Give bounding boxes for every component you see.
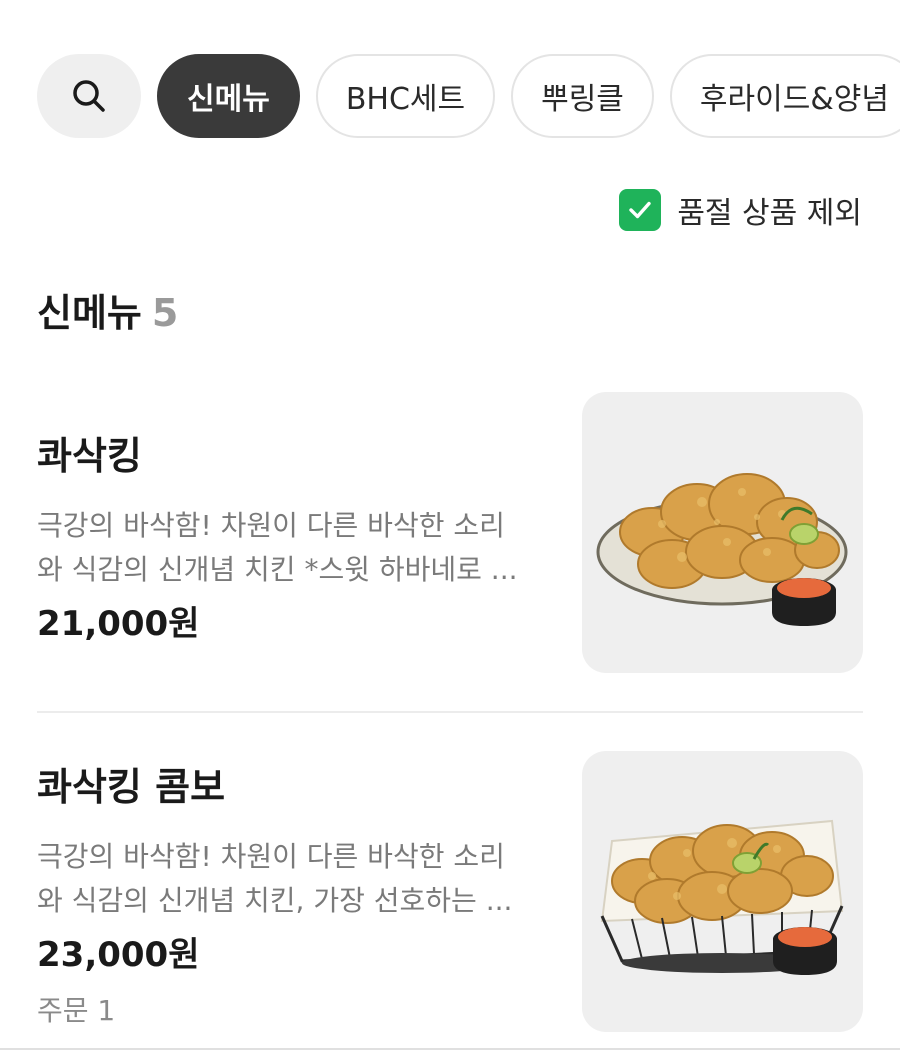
section-title: 신메뉴 5 (37, 282, 178, 337)
menu-item-description-line: 와 식감의 신개념 치킨, 가장 선호하는 ... (37, 884, 513, 917)
checkmark-icon (629, 201, 652, 219)
category-chip-new-menu[interactable]: 신메뉴 (157, 54, 300, 138)
section-item-count: 5 (151, 291, 179, 335)
menu-item-description: 극강의 바삭함! 차원이 다른 바삭한 소리 와 식감의 신개념 치킨 *스윗 … (37, 504, 527, 592)
search-button[interactable] (37, 54, 141, 138)
crispy-chicken-basket-photo (582, 751, 863, 1032)
category-chip-bburinkle[interactable]: 뿌링클 (511, 54, 654, 138)
menu-item[interactable]: 콰삭킹 콤보 극강의 바삭함! 차원이 다른 바삭한 소리 와 식감의 신개념 … (37, 751, 863, 1032)
category-chip-fried-seasoned[interactable]: 후라이드&양념 (669, 54, 900, 138)
exclude-sold-out-label: 품절 상품 제외 (677, 196, 862, 231)
menu-item-description-line: 극강의 바삭함! 차원이 다른 바삭한 소리 (37, 840, 505, 873)
search-icon (73, 80, 105, 112)
exclude-sold-out-filter[interactable]: 품절 상품 제외 (619, 188, 862, 232)
category-chip-row: 신메뉴 BHC세트 뿌링클 후라이드&양념 (37, 54, 900, 138)
chicken-basket-illustration (600, 819, 844, 975)
exclude-sold-out-checkbox[interactable] (619, 189, 662, 231)
menu-item-description-line: 극강의 바삭함! 차원이 다른 바삭한 소리 (37, 509, 505, 542)
bottom-divider (0, 1048, 900, 1050)
menu-item-description-line: 와 식감의 신개념 치킨 *스윗 하바네로 ... (37, 553, 518, 586)
crispy-chicken-plate-photo (582, 392, 863, 673)
menu-item-description: 극강의 바삭함! 차원이 다른 바삭한 소리 와 식감의 신개념 치킨, 가장 … (37, 835, 527, 923)
category-chip-bhc-set[interactable]: BHC세트 (315, 54, 496, 138)
menu-item[interactable]: 콰삭킹 극강의 바삭함! 차원이 다른 바삭한 소리 와 식감의 신개념 치킨 … (37, 392, 863, 673)
chicken-plate-illustration (596, 473, 848, 626)
item-divider (37, 711, 863, 713)
section-title-text: 신메뉴 (37, 291, 142, 335)
